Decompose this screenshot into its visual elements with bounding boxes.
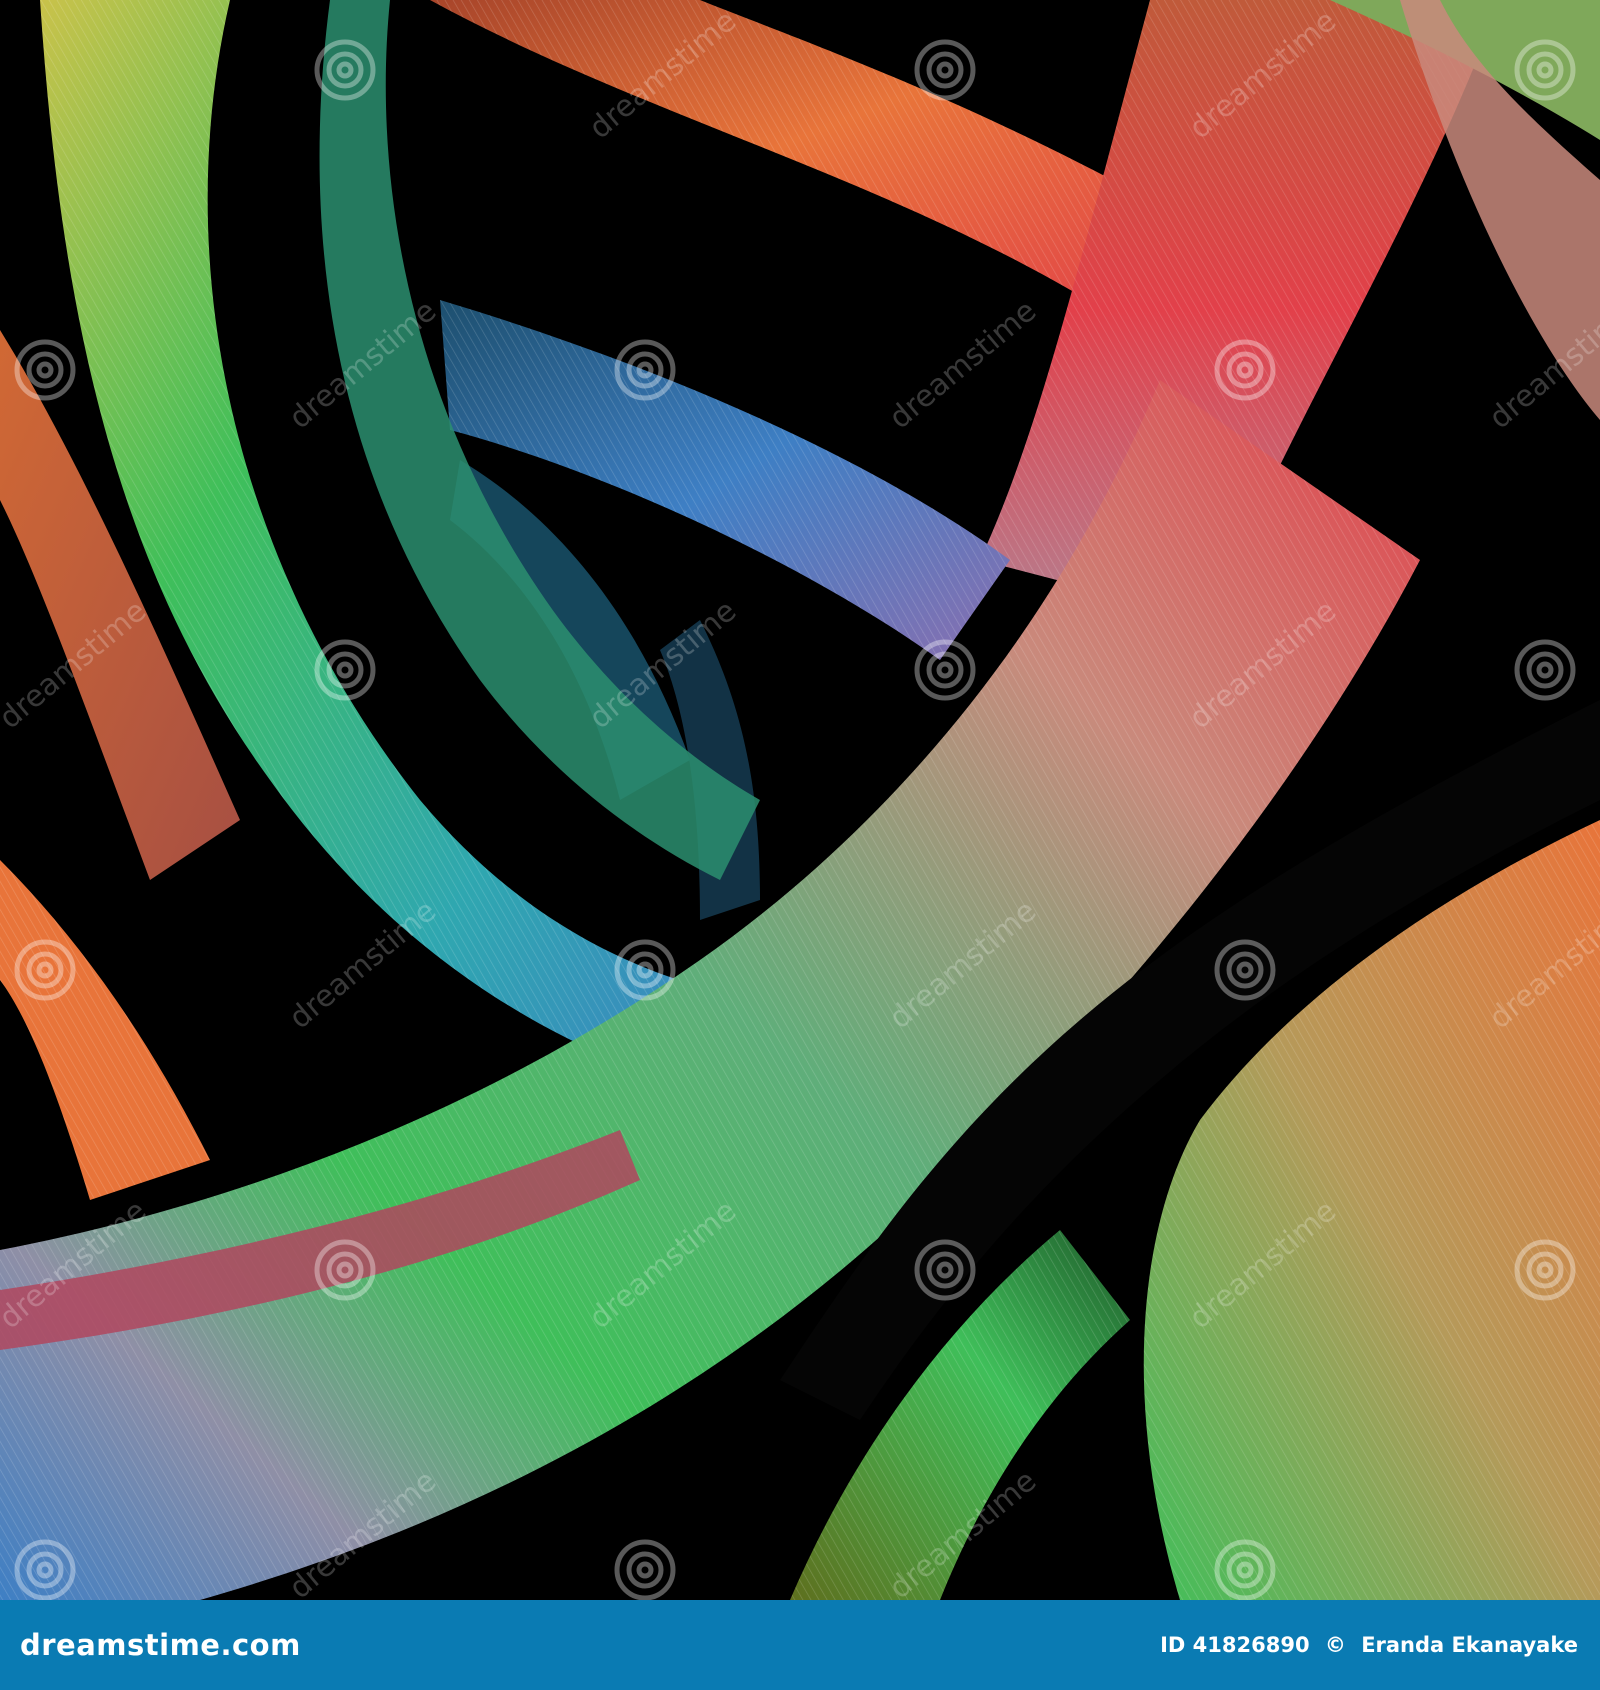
brand-link[interactable]: dreamstime.com xyxy=(20,1628,301,1662)
image-id: ID 41826890 xyxy=(1160,1633,1310,1657)
stock-image-view: dreamstime dreamstime dreamstime dreamst… xyxy=(0,0,1600,1690)
copyright-symbol: © xyxy=(1324,1633,1346,1657)
footer-bar: dreamstime.com ID 41826890 © Eranda Ekan… xyxy=(0,1600,1600,1690)
abstract-light-streaks-image: dreamstime dreamstime dreamstime dreamst… xyxy=(0,0,1600,1600)
author-name: Eranda Ekanayake xyxy=(1361,1633,1578,1657)
image-credit: ID 41826890 © Eranda Ekanayake xyxy=(1160,1633,1578,1657)
